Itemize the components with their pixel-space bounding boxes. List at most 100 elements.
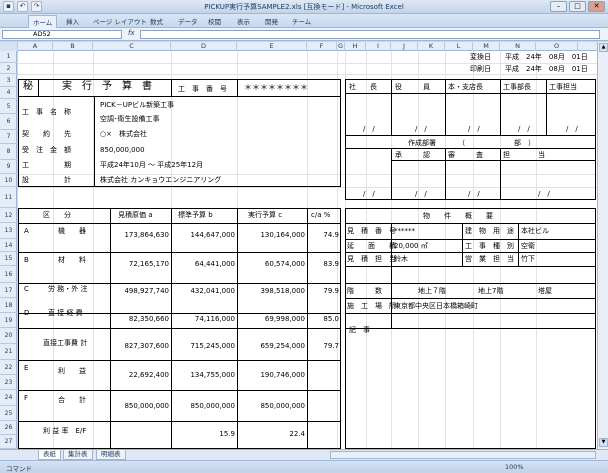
- column-header-B[interactable]: B: [53, 42, 93, 51]
- column-header-E[interactable]: E: [237, 42, 307, 51]
- row-header-10[interactable]: 10: [0, 174, 17, 187]
- column-header-D[interactable]: D: [171, 42, 237, 51]
- column-header-L[interactable]: L: [445, 42, 473, 51]
- row-header-4[interactable]: 4: [0, 87, 17, 99]
- tab-developer[interactable]: 開発: [265, 16, 278, 26]
- select-all-button[interactable]: [0, 42, 18, 51]
- budget-header-ratio: c/a %: [311, 211, 331, 219]
- budget-execution: 69,998,000: [264, 315, 305, 323]
- scroll-up-icon[interactable]: ▲: [599, 43, 608, 52]
- row-header-8[interactable]: 8: [0, 144, 17, 160]
- row-header-18[interactable]: 18: [0, 298, 17, 313]
- tab-view[interactable]: 表示: [237, 16, 250, 26]
- approval-date-7: / /: [415, 190, 427, 198]
- budget-execution: 398,518,000: [260, 287, 305, 295]
- row-header-25[interactable]: 25: [0, 406, 17, 421]
- row-header-16[interactable]: 16: [0, 266, 17, 283]
- print-date-value: 平成 24年 08月 01日: [505, 65, 588, 73]
- budget-name: 合 計: [58, 396, 86, 404]
- budget-standard: 15.9: [219, 430, 235, 438]
- budget-execution: 659,254,000: [260, 342, 305, 350]
- property-label-estimator: 見 積 担 当: [347, 255, 396, 263]
- property-label-estimate-no: 見 積 番 号: [347, 227, 396, 235]
- scroll-down-icon[interactable]: ▼: [599, 438, 608, 447]
- sheet-tab-cover[interactable]: 表紙: [38, 450, 61, 460]
- row-header-3[interactable]: 3: [0, 74, 17, 87]
- approval-role-president: 社 長: [349, 83, 377, 91]
- budget-standard: 134,755,000: [190, 371, 235, 379]
- column-header-K[interactable]: K: [418, 42, 445, 51]
- property-value-work-type: 空衛: [521, 242, 535, 250]
- column-header-N[interactable]: N: [500, 42, 536, 51]
- property-label-work-type: 工 事 種 別: [465, 242, 514, 250]
- budget-estimate: 827,307,600: [124, 342, 169, 350]
- row-header-14[interactable]: 14: [0, 239, 17, 252]
- sheet-tab-bar: 表紙 集計表 明細表: [0, 449, 608, 460]
- column-header-F[interactable]: F: [307, 42, 337, 51]
- budget-estimate: 498,927,740: [124, 287, 169, 295]
- dept-value: （ 部 ）: [458, 139, 535, 147]
- column-header-H[interactable]: H: [345, 42, 366, 51]
- budget-execution: 60,574,000: [264, 260, 305, 268]
- row-header-6[interactable]: 6: [0, 114, 17, 130]
- field-label-period: 工 期: [22, 161, 71, 169]
- row-header-27[interactable]: 27: [0, 435, 17, 449]
- row-header-24[interactable]: 24: [0, 390, 17, 406]
- horizontal-scrollbar[interactable]: [330, 451, 596, 459]
- property-value-building-use: 本社ビル: [521, 227, 549, 235]
- approval-role-review: 審 査: [448, 151, 483, 159]
- budget-standard: 144,647,000: [190, 231, 235, 239]
- tab-team[interactable]: チーム: [292, 16, 311, 26]
- budget-execution: 22.4: [289, 430, 305, 438]
- column-header-O[interactable]: O: [536, 42, 578, 51]
- maximize-button[interactable]: □: [569, 1, 586, 12]
- name-box[interactable]: AD52: [2, 30, 122, 39]
- worksheet-grid[interactable]: 変換日 平成 24年 08月 01日 印刷日 平成 24年 08月 01日 秘 …: [18, 51, 597, 449]
- budget-name: 労 務・外 注: [48, 285, 88, 293]
- budget-estimate: 82,350,660: [128, 315, 169, 323]
- row-header-7[interactable]: 7: [0, 130, 17, 144]
- row-header-12[interactable]: 12: [0, 208, 17, 223]
- column-header-M[interactable]: M: [473, 42, 500, 51]
- sheet-tab-summary[interactable]: 集計表: [63, 450, 93, 460]
- tab-review[interactable]: 校閲: [208, 16, 221, 26]
- row-header-15[interactable]: 15: [0, 252, 17, 266]
- formula-input[interactable]: [140, 30, 600, 39]
- column-header-C[interactable]: C: [93, 42, 171, 51]
- budget-header-execution: 実行予算 c: [248, 211, 283, 219]
- property-value-tower: 塔屋: [538, 287, 552, 295]
- row-header-23[interactable]: 23: [0, 375, 17, 390]
- budget-estimate: 173,864,630: [124, 231, 169, 239]
- row-header-9[interactable]: 9: [0, 160, 17, 174]
- budget-code: F: [24, 394, 29, 402]
- row-header-21[interactable]: 21: [0, 344, 17, 360]
- tab-home[interactable]: ホーム: [28, 15, 58, 28]
- row-header-17[interactable]: 17: [0, 283, 17, 298]
- row-header-22[interactable]: 22: [0, 360, 17, 375]
- column-header-J[interactable]: J: [391, 42, 418, 51]
- approval-date-4: / /: [518, 125, 530, 133]
- tab-data[interactable]: データ: [178, 16, 198, 26]
- row-header-19[interactable]: 19: [0, 313, 17, 328]
- column-header-I[interactable]: I: [366, 42, 391, 51]
- column-header-A[interactable]: A: [18, 42, 53, 51]
- tab-insert[interactable]: 挿入: [66, 16, 79, 26]
- tab-formulas[interactable]: 数式: [150, 16, 163, 26]
- row-header-2[interactable]: 2: [0, 63, 17, 74]
- row-header-26[interactable]: 26: [0, 421, 17, 435]
- row-header-13[interactable]: 13: [0, 223, 17, 239]
- row-header-1[interactable]: 1: [0, 51, 17, 63]
- sheet-tab-details[interactable]: 明細表: [96, 450, 126, 460]
- tab-page-layout[interactable]: ページ レイアウト: [93, 16, 147, 26]
- column-header-G[interactable]: G: [337, 42, 345, 51]
- minimize-button[interactable]: –: [550, 1, 567, 12]
- row-header-20[interactable]: 20: [0, 328, 17, 344]
- row-header-5[interactable]: 5: [0, 99, 17, 114]
- vertical-scrollbar[interactable]: ▲ ▼: [597, 42, 608, 449]
- row-header-11[interactable]: 11: [0, 187, 17, 208]
- budget-header-category: 区 分: [43, 211, 71, 219]
- close-button[interactable]: ✕: [588, 1, 605, 12]
- formula-bar: AD52 fx: [0, 28, 608, 41]
- zoom-level[interactable]: 100%: [505, 463, 524, 471]
- fx-icon[interactable]: fx: [128, 29, 135, 37]
